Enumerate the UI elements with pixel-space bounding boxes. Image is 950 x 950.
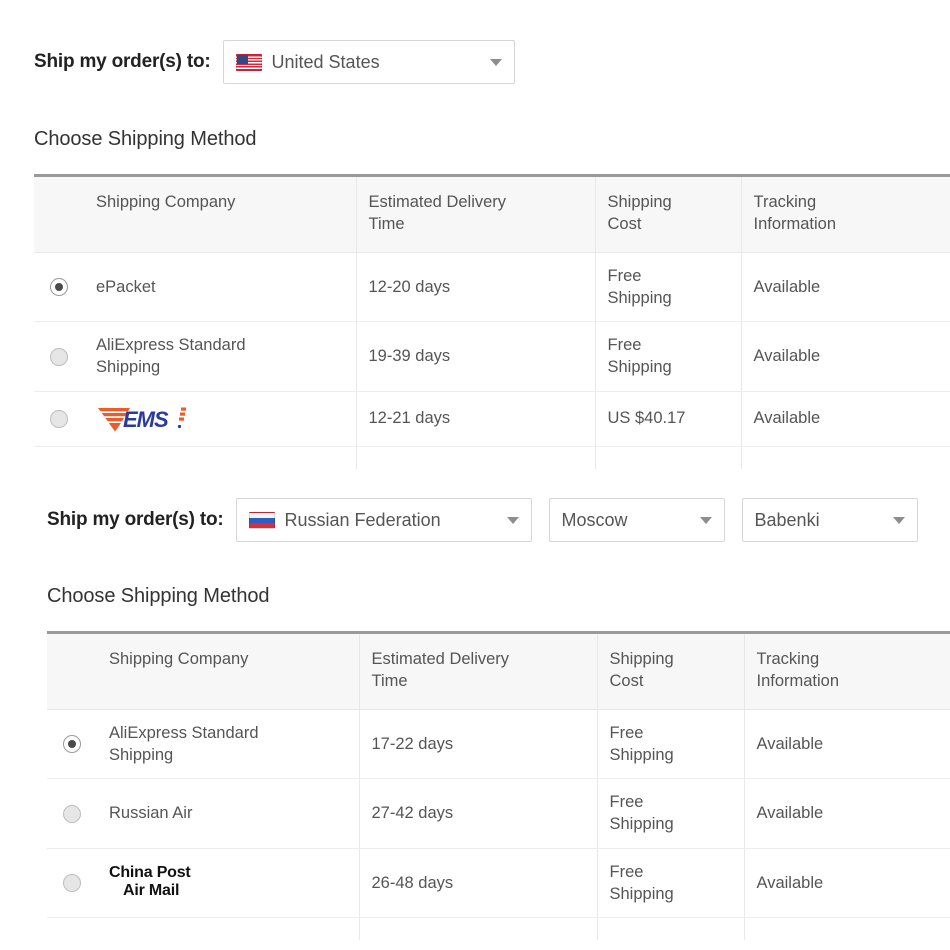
shipping-table-clip-us: Shipping Company Estimated Delivery Time… xyxy=(34,174,950,469)
shipping-table-clip-ru: Shipping Company Estimated Delivery Time… xyxy=(47,631,950,940)
radio-selected-icon[interactable] xyxy=(50,278,68,296)
cell-partial xyxy=(595,446,741,469)
radio-unselected-icon[interactable] xyxy=(50,410,68,428)
shipping-section-ru: Ship my order(s) to: Russian Federation … xyxy=(47,498,950,940)
table-header-row: Shipping Company Estimated Delivery Time… xyxy=(34,176,950,253)
choose-shipping-method-heading-us: Choose Shipping Method xyxy=(34,128,950,151)
cell-shipping-cost: Free Shipping xyxy=(597,848,744,918)
cell-partial xyxy=(359,918,597,941)
ship-to-label: Ship my order(s) to: xyxy=(47,509,224,531)
header-shipping-cost: Shipping Cost xyxy=(595,176,741,253)
choose-shipping-method-heading-ru: Choose Shipping Method xyxy=(47,585,950,608)
table-row[interactable]: Russian Air 27-42 days Free Shipping Ava… xyxy=(47,779,950,849)
cell-tracking-info: Available xyxy=(744,779,950,849)
cell-delivery-time: 27-42 days xyxy=(359,779,597,849)
header-estimated-delivery-time: Estimated Delivery Time xyxy=(356,176,595,253)
flag-russian-federation-icon xyxy=(249,512,275,529)
country-select-value: United States xyxy=(272,52,472,73)
shipping-methods-table-us: Shipping Company Estimated Delivery Time… xyxy=(34,174,950,469)
cell-shipping-cost: Free Shipping xyxy=(597,779,744,849)
cell-tracking-info: Available xyxy=(741,322,950,392)
country-select-ru[interactable]: Russian Federation xyxy=(236,498,532,542)
cell-delivery-time: 12-21 days xyxy=(356,391,595,446)
cell-shipping-company: Russian Air xyxy=(97,779,359,849)
table-row-partial xyxy=(47,918,950,941)
shipping-option-radio-cell[interactable] xyxy=(47,848,97,918)
cell-delivery-time: 17-22 days xyxy=(359,709,597,779)
chevron-down-icon xyxy=(700,517,712,524)
radio-unselected-icon[interactable] xyxy=(63,874,81,892)
shipping-option-radio-cell[interactable] xyxy=(34,391,84,446)
header-estimated-delivery-time: Estimated Delivery Time xyxy=(359,633,597,710)
country-select-value: Russian Federation xyxy=(285,510,489,531)
cell-delivery-time: 26-48 days xyxy=(359,848,597,918)
cell-tracking-info: Available xyxy=(741,252,950,322)
cell-partial xyxy=(744,918,950,941)
region-select-value: Moscow xyxy=(562,510,682,531)
shipping-section-us: Ship my order(s) to: United States Choos… xyxy=(34,40,950,469)
cell-shipping-cost: US $40.17 xyxy=(595,391,741,446)
region-select-ru[interactable]: Moscow xyxy=(549,498,725,542)
cell-shipping-cost: Free Shipping xyxy=(595,322,741,392)
table-header-row: Shipping Company Estimated Delivery Time… xyxy=(47,633,950,710)
chevron-down-icon xyxy=(490,59,502,66)
china-post-air-mail-logo-icon: China Post Air Mail xyxy=(109,864,191,901)
china-post-logo-line1: China Post xyxy=(109,864,191,881)
cell-delivery-time: 12-20 days xyxy=(356,252,595,322)
shipping-option-radio-cell[interactable] xyxy=(47,709,97,779)
table-row[interactable]: AliExpress Standard Shipping 19-39 days … xyxy=(34,322,950,392)
ship-to-row-us: Ship my order(s) to: United States xyxy=(34,40,950,84)
cell-shipping-company: AliExpress Standard Shipping xyxy=(84,322,356,392)
shipping-option-radio-cell[interactable] xyxy=(47,779,97,849)
radio-selected-icon[interactable] xyxy=(63,735,81,753)
header-shipping-company: Shipping Company xyxy=(84,176,356,253)
cell-partial xyxy=(97,918,359,941)
radio-unselected-icon[interactable] xyxy=(50,348,68,366)
city-select-value: Babenki xyxy=(755,510,875,531)
table-row[interactable]: AliExpress Standard Shipping 17-22 days … xyxy=(47,709,950,779)
header-tracking-information: Tracking Information xyxy=(741,176,950,253)
cell-delivery-time: 19-39 days xyxy=(356,322,595,392)
table-row[interactable]: ePacket 12-20 days Free Shipping Availab… xyxy=(34,252,950,322)
cell-partial xyxy=(597,918,744,941)
cell-partial xyxy=(47,918,97,941)
header-radio-spacer xyxy=(34,176,84,253)
cell-partial xyxy=(741,446,950,469)
ship-to-row-ru: Ship my order(s) to: Russian Federation … xyxy=(47,498,950,542)
cell-tracking-info: Available xyxy=(744,709,950,779)
header-radio-spacer xyxy=(47,633,97,710)
radio-unselected-icon[interactable] xyxy=(63,805,81,823)
cell-shipping-company: AliExpress Standard Shipping xyxy=(97,709,359,779)
cell-partial xyxy=(84,446,356,469)
chevron-down-icon xyxy=(507,517,519,524)
table-row[interactable]: EMS 12-21 days U xyxy=(34,391,950,446)
header-shipping-cost: Shipping Cost xyxy=(597,633,744,710)
cell-partial xyxy=(34,446,84,469)
ems-logo-icon: EMS xyxy=(96,404,192,434)
cell-partial xyxy=(356,446,595,469)
china-post-logo-line2: Air Mail xyxy=(109,882,191,900)
table-row-partial xyxy=(34,446,950,469)
header-shipping-company: Shipping Company xyxy=(97,633,359,710)
header-tracking-information: Tracking Information xyxy=(744,633,950,710)
cell-shipping-company: EMS xyxy=(84,391,356,446)
table-row[interactable]: China Post Air Mail 26-48 days Free Ship… xyxy=(47,848,950,918)
shipping-option-radio-cell[interactable] xyxy=(34,252,84,322)
svg-text:EMS: EMS xyxy=(123,407,169,432)
ship-to-label: Ship my order(s) to: xyxy=(34,51,211,73)
cell-shipping-company: ePacket xyxy=(84,252,356,322)
cell-tracking-info: Available xyxy=(741,391,950,446)
cell-shipping-cost: Free Shipping xyxy=(597,709,744,779)
chevron-down-icon xyxy=(893,517,905,524)
country-select-us[interactable]: United States xyxy=(223,40,515,84)
shipping-option-radio-cell[interactable] xyxy=(34,322,84,392)
cell-shipping-company: China Post Air Mail xyxy=(97,848,359,918)
cell-shipping-cost: Free Shipping xyxy=(595,252,741,322)
flag-united-states-icon xyxy=(236,54,262,71)
shipping-methods-table-ru: Shipping Company Estimated Delivery Time… xyxy=(47,631,950,940)
city-select-ru[interactable]: Babenki xyxy=(742,498,918,542)
cell-tracking-info: Available xyxy=(744,848,950,918)
